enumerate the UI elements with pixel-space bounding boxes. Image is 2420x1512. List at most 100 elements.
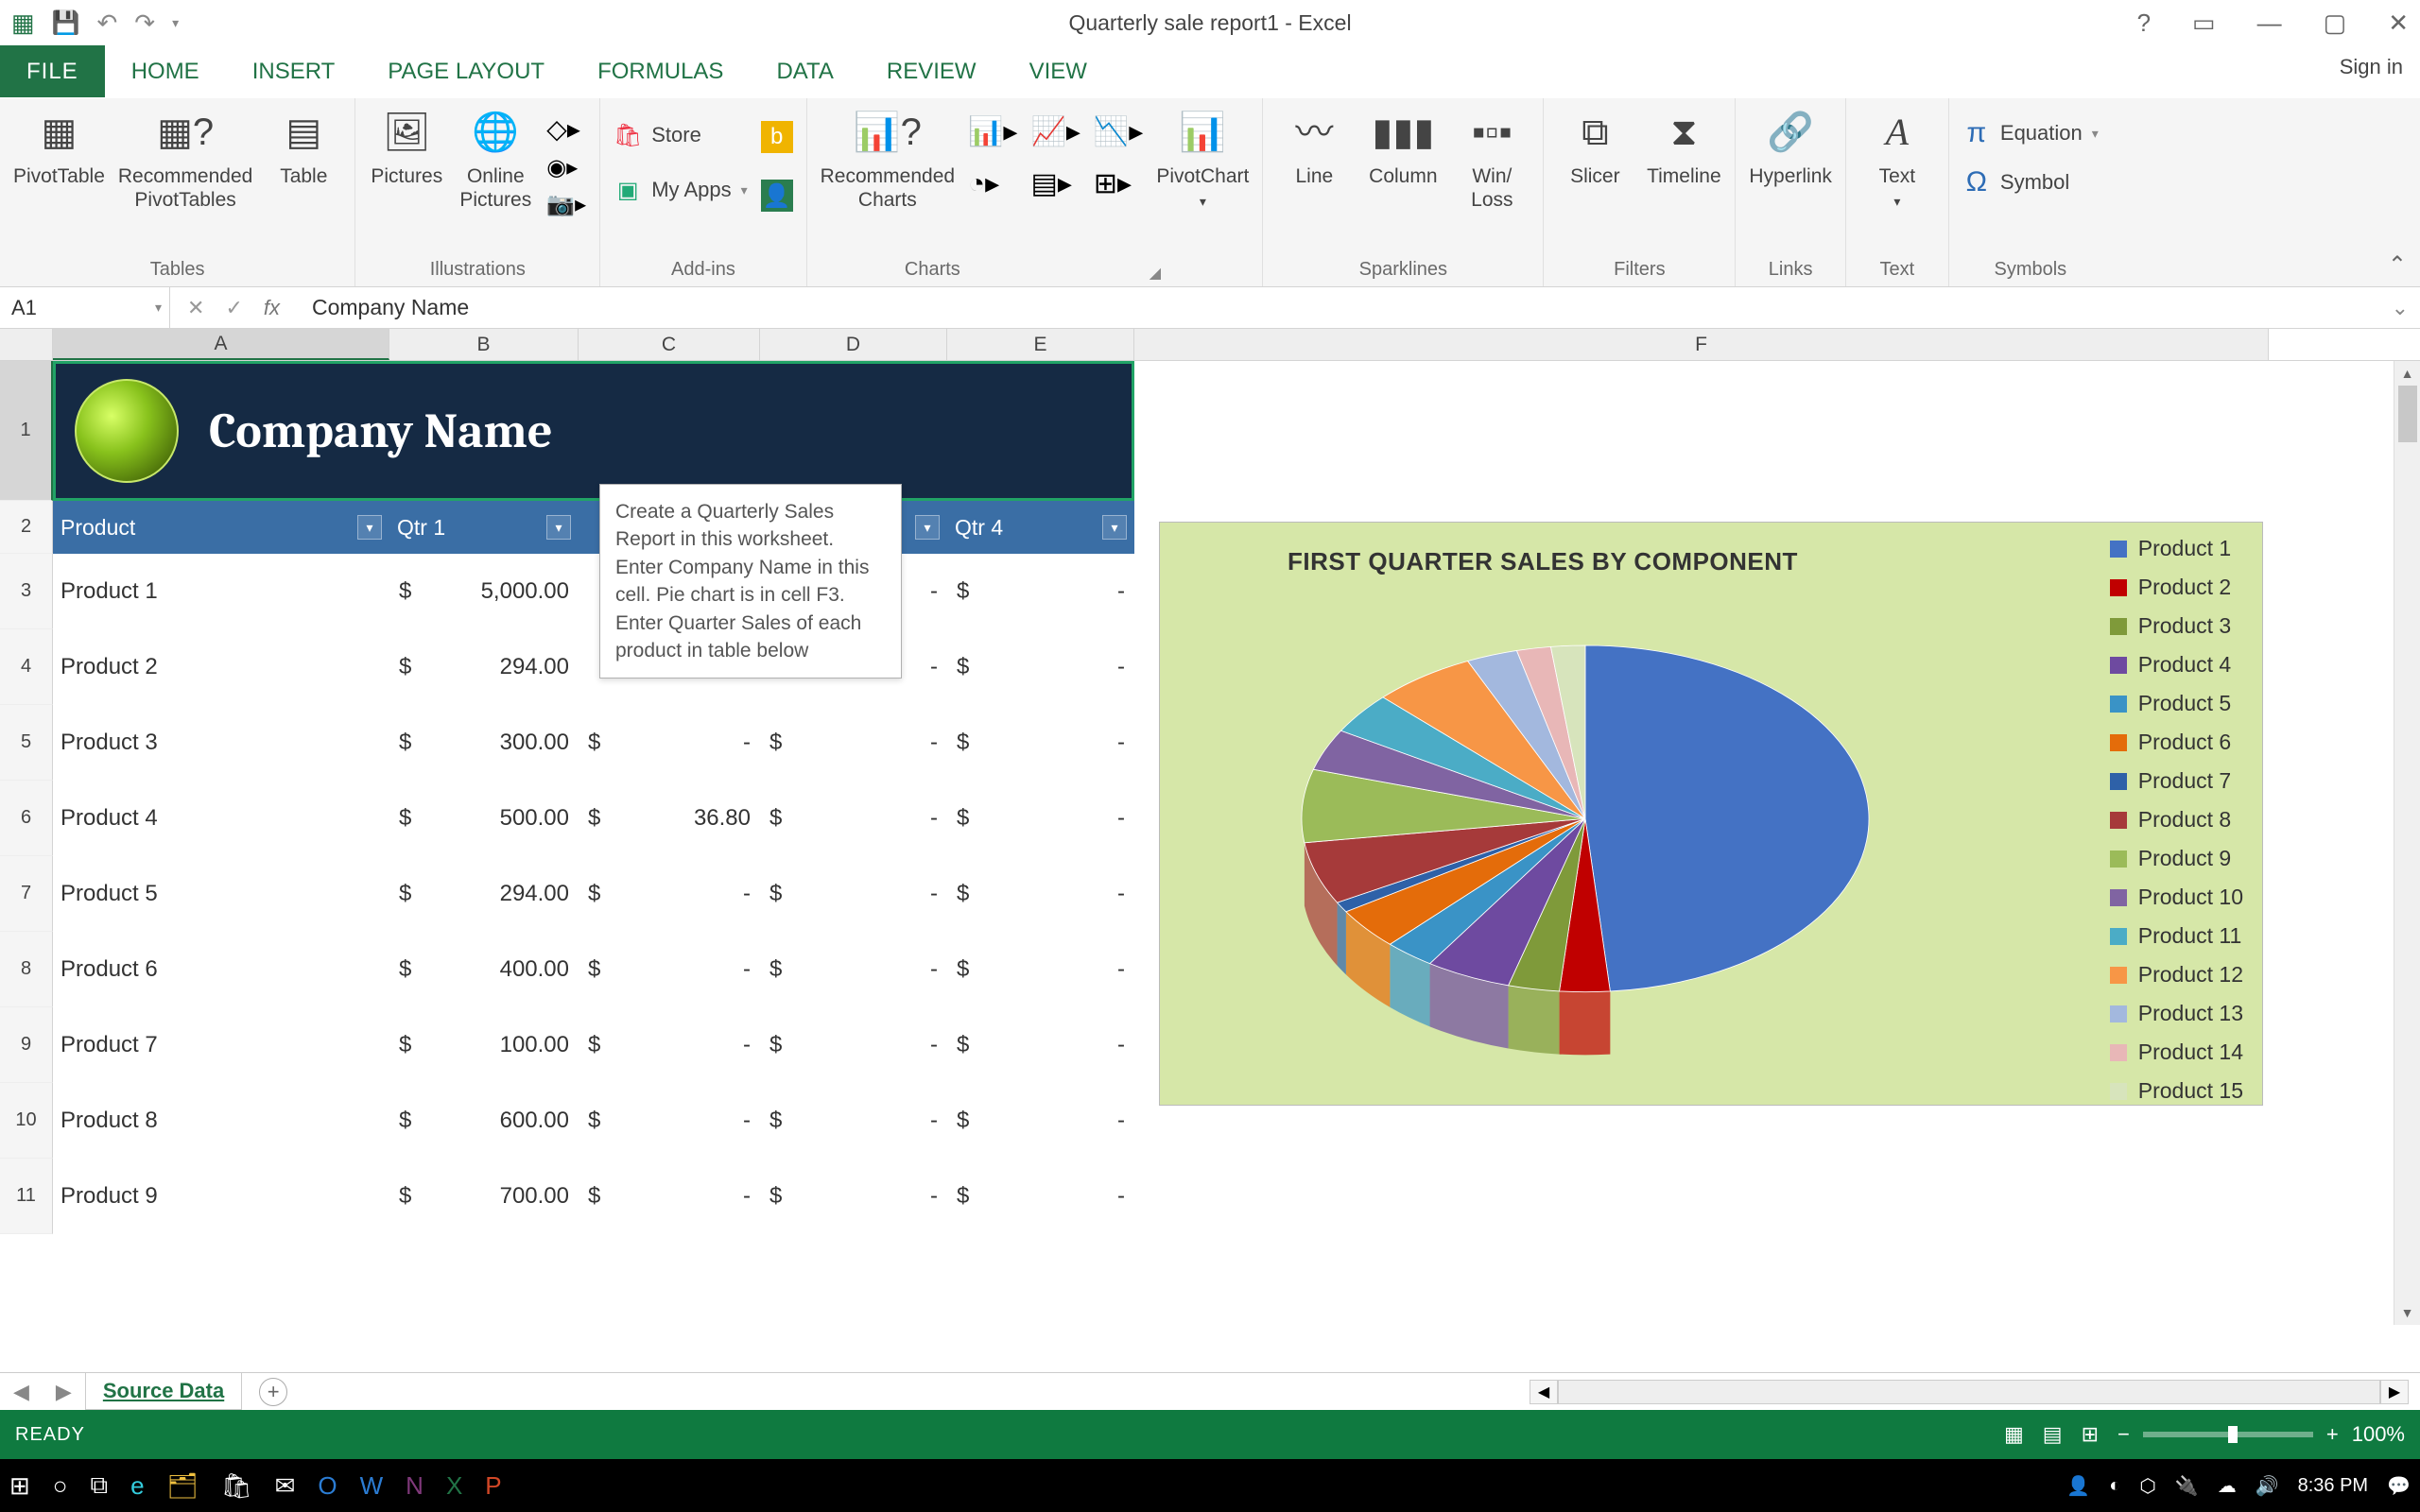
- pie-chart[interactable]: FIRST QUARTER SALES BY COMPONENT Product…: [1159, 522, 2263, 1106]
- hscroll-track[interactable]: [1558, 1380, 2380, 1404]
- timeline-button[interactable]: ⧗Timeline: [1646, 106, 1721, 188]
- myapps-button[interactable]: ▣My Apps▾: [614, 176, 747, 204]
- row-header-7[interactable]: 7: [0, 856, 53, 932]
- table-header-cell[interactable]: Product▾: [53, 501, 389, 554]
- page-layout-view-icon[interactable]: ▤: [2043, 1422, 2063, 1447]
- powerpoint-icon[interactable]: P: [485, 1471, 501, 1501]
- volume-icon[interactable]: 🔊: [2256, 1474, 2279, 1498]
- tab-home[interactable]: HOME: [105, 45, 226, 97]
- cancel-formula-icon[interactable]: ✕: [187, 296, 204, 320]
- formula-input[interactable]: Company Name: [297, 295, 2380, 320]
- sheet-tab-source-data[interactable]: Source Data: [85, 1373, 242, 1410]
- sheet-nav-next-icon[interactable]: ▶: [43, 1380, 85, 1404]
- col-header-D[interactable]: D: [760, 329, 947, 360]
- col-header-F[interactable]: F: [1134, 329, 2269, 360]
- table-header-cell[interactable]: Qtr 1▾: [389, 501, 579, 554]
- row-header-6[interactable]: 6: [0, 781, 53, 856]
- collapse-ribbon-icon[interactable]: ⌃: [2388, 251, 2407, 279]
- store-button[interactable]: 🛍Store: [614, 121, 747, 149]
- text-button[interactable]: AText▾: [1859, 106, 1935, 210]
- redo-icon[interactable]: ↷: [134, 9, 155, 38]
- scroll-thumb[interactable]: [2398, 386, 2417, 442]
- tab-insert[interactable]: INSERT: [226, 45, 362, 97]
- recommended-charts-button[interactable]: 📊?Recommended Charts: [821, 106, 955, 212]
- close-icon[interactable]: ✕: [2388, 9, 2409, 38]
- row-header-8[interactable]: 8: [0, 932, 53, 1007]
- pivottable-button[interactable]: ▦PivotTable: [13, 106, 105, 188]
- pictures-button[interactable]: 🖼Pictures: [369, 106, 444, 188]
- table-row[interactable]: Product 5$294.00$-$-$-: [53, 856, 1134, 932]
- table-row[interactable]: Product 2$294.00$-$-: [53, 629, 1134, 705]
- filter-dropdown-icon[interactable]: ▾: [357, 515, 382, 540]
- bing-button[interactable]: b: [761, 121, 793, 153]
- zoom-control[interactable]: − + 100%: [2118, 1422, 2405, 1447]
- tab-formulas[interactable]: FORMULAS: [571, 45, 750, 97]
- ribbon-options-icon[interactable]: ▭: [2192, 9, 2216, 38]
- online-pictures-button[interactable]: 🌐Online Pictures: [458, 106, 533, 212]
- help-icon[interactable]: ?: [2137, 9, 2151, 38]
- normal-view-icon[interactable]: ▦: [2004, 1422, 2024, 1447]
- row-header-1[interactable]: 1: [0, 361, 53, 501]
- sparkline-column-button[interactable]: ▮▮▮Column: [1365, 106, 1441, 188]
- filter-dropdown-icon[interactable]: ▾: [546, 515, 571, 540]
- table-row[interactable]: Product 1$5,000.00$-$-: [53, 554, 1134, 629]
- tab-view[interactable]: VIEW: [1003, 45, 1114, 97]
- undo-icon[interactable]: ↶: [96, 9, 117, 38]
- scroll-down-icon[interactable]: ▼: [2394, 1300, 2420, 1325]
- pivotchart-button[interactable]: 📊PivotChart▾: [1156, 106, 1249, 210]
- area-chart-icon[interactable]: 📉▸: [1094, 115, 1143, 148]
- people-graph-button[interactable]: 👤: [761, 180, 793, 212]
- charts-launcher-icon[interactable]: ◢: [1150, 264, 1161, 283]
- hyperlink-button[interactable]: 🔗Hyperlink: [1749, 106, 1832, 188]
- row-header-11[interactable]: 11: [0, 1159, 53, 1234]
- symbol-button[interactable]: ΩSymbol: [1962, 168, 2099, 197]
- file-explorer-icon[interactable]: 🗂: [167, 1471, 199, 1501]
- col-header-A[interactable]: A: [53, 329, 389, 360]
- expand-formula-icon[interactable]: ⌄: [2380, 296, 2420, 320]
- page-break-view-icon[interactable]: ⊞: [2082, 1422, 2099, 1447]
- vertical-scrollbar[interactable]: ▲ ▼: [2394, 361, 2420, 1325]
- zoom-level[interactable]: 100%: [2352, 1422, 2405, 1447]
- name-box[interactable]: A1▾: [0, 287, 170, 328]
- hscroll-left-icon[interactable]: ◀: [1530, 1380, 1558, 1404]
- onedrive-icon[interactable]: ☁: [2218, 1474, 2237, 1498]
- cells-area[interactable]: Company Name Product▾Qtr 1▾▾▾Qtr 4▾ Prod…: [53, 361, 2420, 1234]
- row-header-5[interactable]: 5: [0, 705, 53, 781]
- table-row[interactable]: Product 4$500.00$36.80$-$-: [53, 781, 1134, 856]
- col-header-E[interactable]: E: [947, 329, 1134, 360]
- namebox-dropdown-icon[interactable]: ▾: [155, 300, 162, 316]
- scroll-up-icon[interactable]: ▲: [2394, 361, 2420, 386]
- sparkline-winloss-button[interactable]: ▪▫▪Win/ Loss: [1454, 106, 1530, 212]
- mail-icon[interactable]: ✉: [275, 1471, 296, 1501]
- cortana-icon[interactable]: ○: [53, 1471, 68, 1501]
- onenote-icon[interactable]: N: [406, 1471, 424, 1501]
- maximize-icon[interactable]: ▢: [2324, 9, 2347, 38]
- enter-formula-icon[interactable]: ✓: [225, 296, 242, 320]
- notifications-icon[interactable]: 💬: [2387, 1474, 2411, 1498]
- store-taskbar-icon[interactable]: 🛍: [221, 1471, 252, 1501]
- smartart-icon[interactable]: ◉▸: [546, 154, 586, 181]
- combo-chart-icon[interactable]: ⊞▸: [1094, 167, 1143, 200]
- filter-dropdown-icon[interactable]: ▾: [915, 515, 940, 540]
- row-header-9[interactable]: 9: [0, 1007, 53, 1083]
- line-chart-icon[interactable]: 📈▸: [1030, 115, 1080, 148]
- outlook-icon[interactable]: O: [318, 1471, 337, 1501]
- table-row[interactable]: Product 9$700.00$-$-$-: [53, 1159, 1134, 1234]
- minimize-icon[interactable]: —: [2257, 9, 2282, 38]
- zoom-in-icon[interactable]: +: [2326, 1422, 2339, 1447]
- qat-dropdown-icon[interactable]: ▾: [172, 15, 179, 31]
- filter-dropdown-icon[interactable]: ▾: [1102, 515, 1127, 540]
- sparkline-line-button[interactable]: 〰Line: [1276, 106, 1352, 188]
- slicer-button[interactable]: ⧉Slicer: [1557, 106, 1633, 188]
- shapes-icon[interactable]: ◇▸: [546, 113, 586, 145]
- column-chart-icon[interactable]: 📊▸: [968, 115, 1017, 148]
- people-icon[interactable]: 👤: [2066, 1474, 2090, 1498]
- recommended-pivot-button[interactable]: ▦?Recommended PivotTables: [118, 106, 252, 212]
- table-row[interactable]: Product 6$400.00$-$-$-: [53, 932, 1134, 1007]
- select-all-cell[interactable]: [0, 329, 53, 360]
- tray-icon-1[interactable]: ◐: [2109, 1475, 2120, 1497]
- edge-icon[interactable]: e: [130, 1471, 144, 1501]
- tab-pagelayout[interactable]: PAGE LAYOUT: [361, 45, 571, 97]
- equation-button[interactable]: πEquation▾: [1962, 119, 2099, 147]
- bar-chart-icon[interactable]: ▤▸: [1030, 167, 1080, 200]
